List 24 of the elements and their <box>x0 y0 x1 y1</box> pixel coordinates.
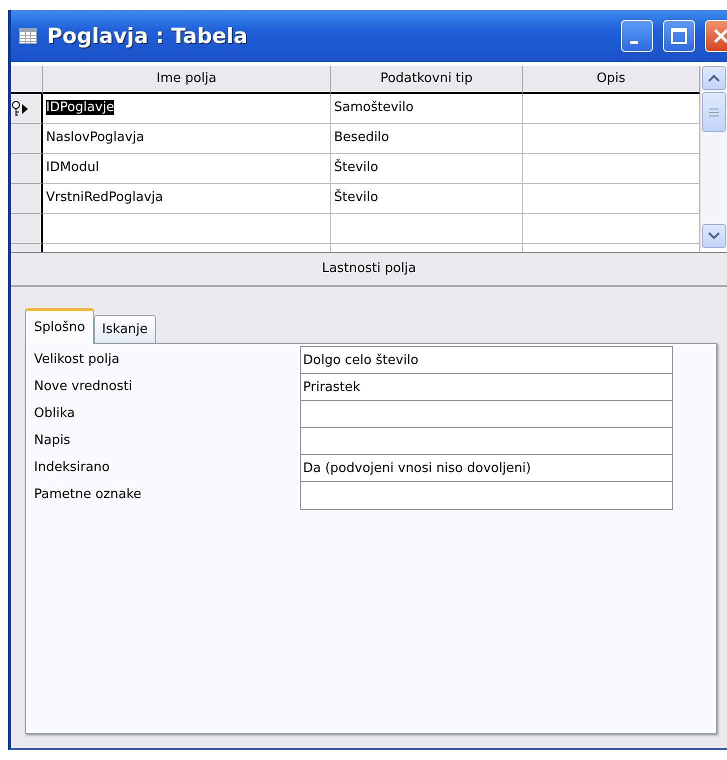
property-label: Indeksirano <box>34 460 110 475</box>
property-label: Oblika <box>34 406 75 421</box>
property-field[interactable]: Dolgo celo število <box>300 346 673 375</box>
data-type-cell[interactable]: Število <box>331 184 523 214</box>
property-field[interactable]: Prirastek <box>300 373 673 402</box>
column-header[interactable]: Podatkovni tip <box>331 66 523 94</box>
property-label: Pametne oznake <box>34 487 142 502</box>
property-label: Nove vrednosti <box>34 379 132 394</box>
data-type-cell[interactable]: Samoštevilo <box>331 94 523 124</box>
field-name[interactable]: VrstniRedPoglavja <box>46 190 164 205</box>
field-name[interactable]: NaslovPoglavja <box>46 130 144 145</box>
tab[interactable]: Iskanje <box>94 315 156 343</box>
data-type-cell[interactable]: Besedilo <box>331 124 523 154</box>
window-title: Poglavja : Tabela <box>47 24 249 48</box>
property-label: Velikost polja <box>34 352 120 367</box>
property-label: Napis <box>34 433 70 448</box>
field-name[interactable]: IDModul <box>46 160 100 175</box>
column-header[interactable]: Ime polja <box>43 66 331 94</box>
property-field[interactable]: Da (podvojeni vnosi niso dovoljeni) <box>300 454 673 483</box>
field-name[interactable]: IDPoglavje <box>46 100 114 115</box>
section-title: Lastnosti polja <box>322 260 416 278</box>
tab[interactable]: Splošno <box>25 308 94 344</box>
column-header[interactable]: Opis <box>523 66 700 94</box>
data-type-cell[interactable]: Število <box>331 154 523 184</box>
